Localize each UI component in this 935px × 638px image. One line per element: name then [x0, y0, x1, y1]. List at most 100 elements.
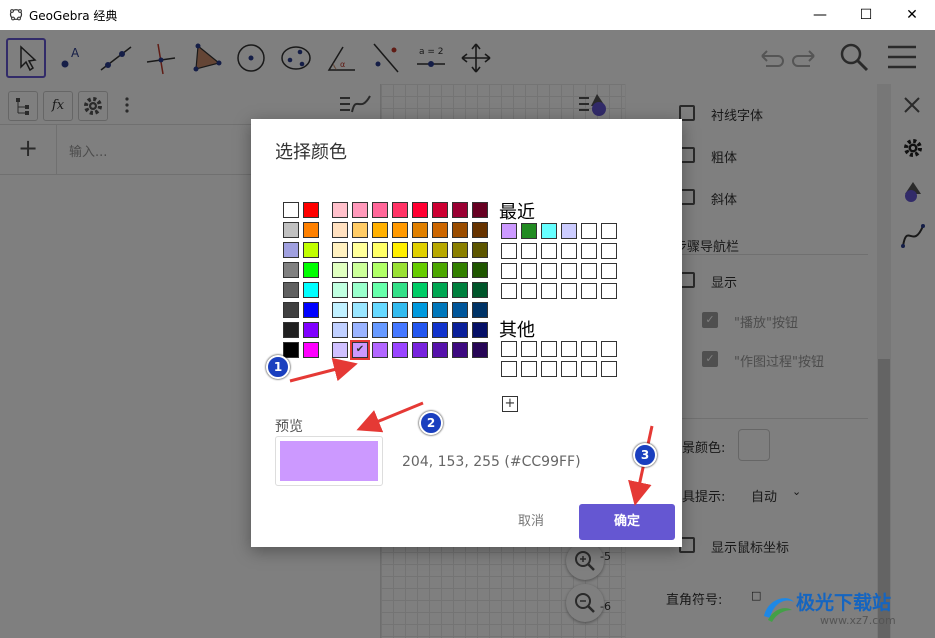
recent-color-swatch[interactable] [521, 243, 537, 259]
color-swatch[interactable] [332, 302, 348, 318]
other-color-swatch[interactable] [601, 341, 617, 357]
color-swatch[interactable] [352, 242, 368, 258]
color-swatch[interactable] [283, 262, 299, 278]
color-swatch[interactable] [332, 282, 348, 298]
color-swatch[interactable] [283, 242, 299, 258]
color-swatch[interactable] [392, 262, 408, 278]
color-swatch[interactable] [392, 202, 408, 218]
color-swatch[interactable] [283, 322, 299, 338]
recent-color-swatch[interactable] [541, 243, 557, 259]
color-swatch[interactable] [303, 222, 319, 238]
color-swatch[interactable] [432, 242, 448, 258]
maximize-button[interactable]: ☐ [843, 0, 889, 30]
other-color-swatch[interactable] [601, 361, 617, 377]
recent-color-swatch[interactable] [561, 263, 577, 279]
other-color-swatch[interactable] [561, 341, 577, 357]
color-swatch[interactable] [452, 222, 468, 238]
recent-color-swatch[interactable] [601, 223, 617, 239]
recent-color-swatch[interactable] [601, 263, 617, 279]
color-swatch[interactable] [332, 222, 348, 238]
color-swatch[interactable] [432, 322, 448, 338]
color-swatch[interactable] [303, 282, 319, 298]
color-swatch[interactable] [392, 342, 408, 358]
color-swatch[interactable] [352, 202, 368, 218]
recent-color-swatch[interactable] [521, 283, 537, 299]
color-swatch[interactable] [332, 322, 348, 338]
recent-color-swatch[interactable] [601, 283, 617, 299]
color-swatch[interactable] [372, 242, 388, 258]
color-swatch[interactable] [332, 342, 348, 358]
color-swatch[interactable] [303, 322, 319, 338]
color-swatch[interactable] [452, 302, 468, 318]
recent-color-swatch[interactable] [501, 263, 517, 279]
color-swatch[interactable] [372, 342, 388, 358]
color-swatch[interactable] [412, 222, 428, 238]
color-swatch[interactable] [412, 262, 428, 278]
color-swatch[interactable] [283, 282, 299, 298]
color-swatch[interactable] [303, 262, 319, 278]
color-swatch[interactable] [452, 282, 468, 298]
color-swatch[interactable] [472, 242, 488, 258]
recent-color-swatch[interactable] [601, 243, 617, 259]
color-swatch[interactable] [452, 322, 468, 338]
color-swatch[interactable] [452, 342, 468, 358]
color-swatch[interactable] [303, 302, 319, 318]
color-swatch[interactable] [432, 202, 448, 218]
color-swatch[interactable] [472, 302, 488, 318]
recent-color-swatch[interactable] [521, 263, 537, 279]
other-color-swatch[interactable] [561, 361, 577, 377]
other-color-swatch[interactable] [581, 361, 597, 377]
other-color-swatch[interactable] [581, 341, 597, 357]
color-swatch[interactable] [372, 222, 388, 238]
color-swatch[interactable] [392, 302, 408, 318]
other-color-swatch[interactable] [541, 361, 557, 377]
color-swatch[interactable] [452, 262, 468, 278]
color-swatch[interactable] [352, 262, 368, 278]
color-swatch[interactable] [352, 222, 368, 238]
recent-color-swatch[interactable] [561, 223, 577, 239]
color-swatch[interactable] [412, 242, 428, 258]
recent-color-swatch[interactable] [581, 243, 597, 259]
color-swatch[interactable] [303, 342, 319, 358]
color-swatch[interactable] [452, 202, 468, 218]
color-swatch[interactable] [372, 322, 388, 338]
color-swatch[interactable] [332, 242, 348, 258]
other-color-swatch[interactable] [521, 361, 537, 377]
color-swatch[interactable] [392, 282, 408, 298]
other-color-swatch[interactable] [501, 361, 517, 377]
other-color-swatch[interactable] [541, 341, 557, 357]
color-swatch[interactable] [472, 202, 488, 218]
color-swatch[interactable] [352, 302, 368, 318]
color-swatch[interactable] [472, 342, 488, 358]
color-swatch[interactable] [472, 262, 488, 278]
color-swatch[interactable] [432, 262, 448, 278]
color-swatch[interactable] [372, 262, 388, 278]
recent-color-swatch[interactable] [561, 243, 577, 259]
color-swatch[interactable] [412, 202, 428, 218]
recent-color-swatch[interactable] [581, 263, 597, 279]
other-color-swatch[interactable] [521, 341, 537, 357]
color-swatch[interactable] [452, 242, 468, 258]
color-swatch[interactable] [472, 222, 488, 238]
minimize-button[interactable]: — [797, 0, 843, 30]
recent-color-swatch[interactable] [521, 223, 537, 239]
color-swatch[interactable] [412, 342, 428, 358]
other-color-swatch[interactable] [501, 341, 517, 357]
color-swatch[interactable] [472, 322, 488, 338]
color-swatch[interactable] [352, 282, 368, 298]
color-swatch[interactable] [432, 282, 448, 298]
color-swatch[interactable] [392, 222, 408, 238]
color-swatch[interactable] [352, 322, 368, 338]
ok-button[interactable]: 确定 [579, 504, 675, 540]
color-swatch-selected[interactable]: ✔ [350, 340, 370, 360]
color-swatch[interactable] [392, 242, 408, 258]
color-swatch[interactable] [412, 282, 428, 298]
color-swatch[interactable] [412, 302, 428, 318]
color-swatch[interactable] [372, 282, 388, 298]
color-swatch[interactable] [332, 262, 348, 278]
color-swatch[interactable] [432, 342, 448, 358]
color-swatch[interactable] [372, 302, 388, 318]
close-button[interactable]: ✕ [889, 0, 935, 30]
color-swatch[interactable] [332, 202, 348, 218]
add-custom-color-button[interactable]: + [502, 396, 518, 412]
